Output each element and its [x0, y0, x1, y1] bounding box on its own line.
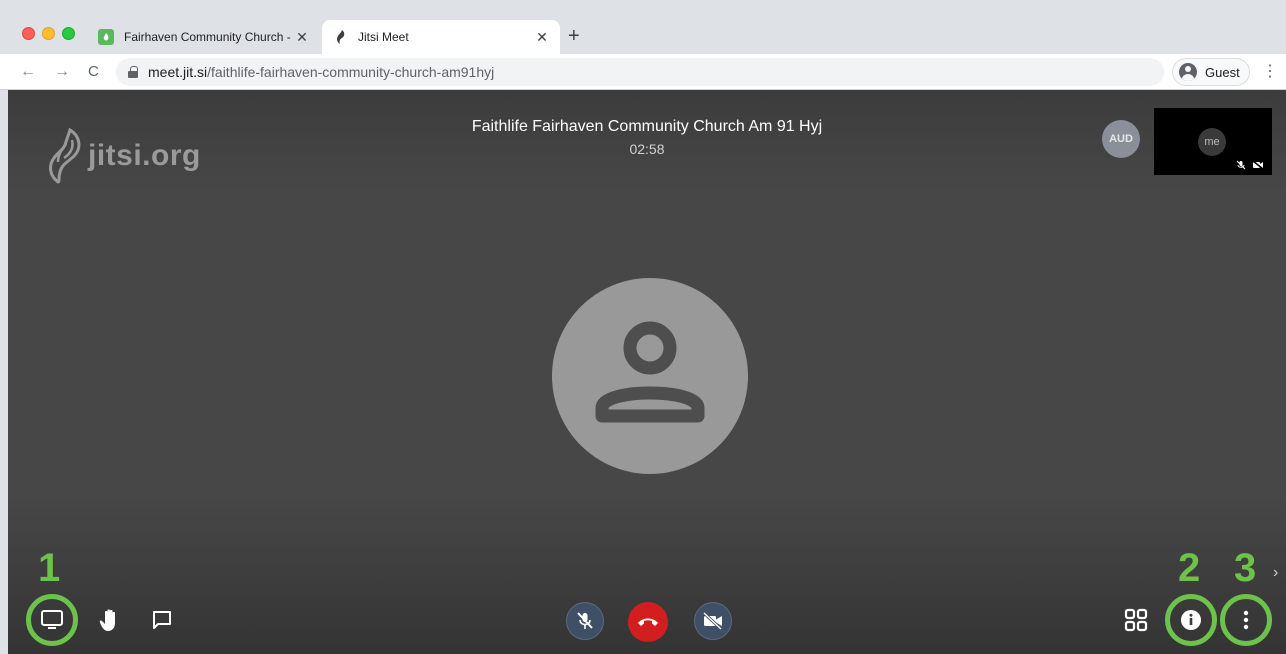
window-minimize-button[interactable] [42, 27, 55, 40]
user-placeholder-icon [595, 321, 705, 423]
chat-icon [153, 611, 171, 629]
url-host: meet.jit.si [148, 64, 208, 80]
new-tab-button[interactable]: + [568, 26, 580, 46]
annotation-step-3: 3 [1234, 546, 1257, 590]
chevron-right-icon: › [1273, 564, 1279, 581]
camera-off-icon [1252, 160, 1264, 170]
tab-title: Fairhaven Community Church - F [124, 30, 294, 44]
more-vertical-icon [1243, 610, 1249, 630]
camera-off-icon [702, 612, 723, 630]
screen-share-icon [41, 610, 63, 629]
self-avatar: me [1198, 128, 1226, 156]
participant-avatar-large [552, 278, 748, 474]
remote-participant-avatar[interactable]: AUD [1102, 120, 1140, 158]
meeting-timer: 02:58 [629, 141, 665, 157]
camera-toggle-button[interactable] [694, 602, 732, 640]
address-bar[interactable]: meet.jit.si/faithlife-fairhaven-communit… [116, 58, 1164, 86]
tab-title: Jitsi Meet [358, 30, 409, 44]
chat-button[interactable] [144, 602, 180, 638]
browser-tab-strip: Fairhaven Community Church - F ✕ Jitsi M… [0, 0, 1286, 54]
url-path: /faithlife-fairhaven-community-church-am… [207, 64, 495, 80]
meeting-info-button[interactable] [1173, 602, 1209, 638]
profile-icon [1179, 63, 1197, 81]
raise-hand-button[interactable] [92, 602, 128, 638]
mic-muted-icon [1236, 160, 1246, 170]
phone-hangup-icon [638, 618, 658, 626]
lock-icon [128, 66, 138, 78]
window-zoom-button[interactable] [62, 27, 75, 40]
close-icon[interactable]: ✕ [294, 29, 310, 46]
profile-button[interactable]: Guest [1172, 58, 1250, 86]
local-video-thumbnail[interactable]: me [1154, 108, 1272, 175]
window-close-button[interactable] [22, 27, 35, 40]
jitsi-icon [332, 29, 348, 45]
meeting-stage: jitsi.org Faithlife Fairhaven Community … [8, 90, 1286, 654]
info-icon [1181, 610, 1201, 630]
mic-muted-icon [577, 612, 593, 629]
microphone-toggle-button[interactable] [566, 602, 604, 640]
raise-hand-icon [99, 609, 115, 631]
forward-arrow-icon[interactable]: → [54, 62, 70, 82]
faithlife-icon [98, 29, 114, 45]
thumbnail-status-icons [1236, 160, 1264, 170]
meeting-title: Faithlife Fairhaven Community Church Am … [471, 118, 823, 135]
back-arrow-icon[interactable]: ← [20, 62, 36, 82]
annotation-step-2: 2 [1178, 546, 1201, 590]
tile-view-button[interactable] [1118, 602, 1154, 638]
browser-menu-icon[interactable]: ⋮ [1262, 62, 1278, 82]
annotation-step-1: 1 [38, 546, 61, 590]
screen-share-button[interactable] [34, 602, 70, 638]
profile-label: Guest [1205, 64, 1240, 80]
tab-jitsi-meet[interactable]: Jitsi Meet ✕ [322, 20, 560, 54]
hang-up-button[interactable] [628, 602, 668, 642]
tab-fairhaven[interactable]: Fairhaven Community Church - F ✕ [88, 20, 320, 54]
tile-view-icon [1124, 608, 1148, 632]
browser-toolbar: ← → C meet.jit.si/faithlife-fairhaven-co… [0, 54, 1286, 90]
reload-icon[interactable]: C [88, 62, 99, 82]
close-icon[interactable]: ✕ [534, 29, 550, 46]
more-actions-button[interactable] [1228, 602, 1264, 638]
